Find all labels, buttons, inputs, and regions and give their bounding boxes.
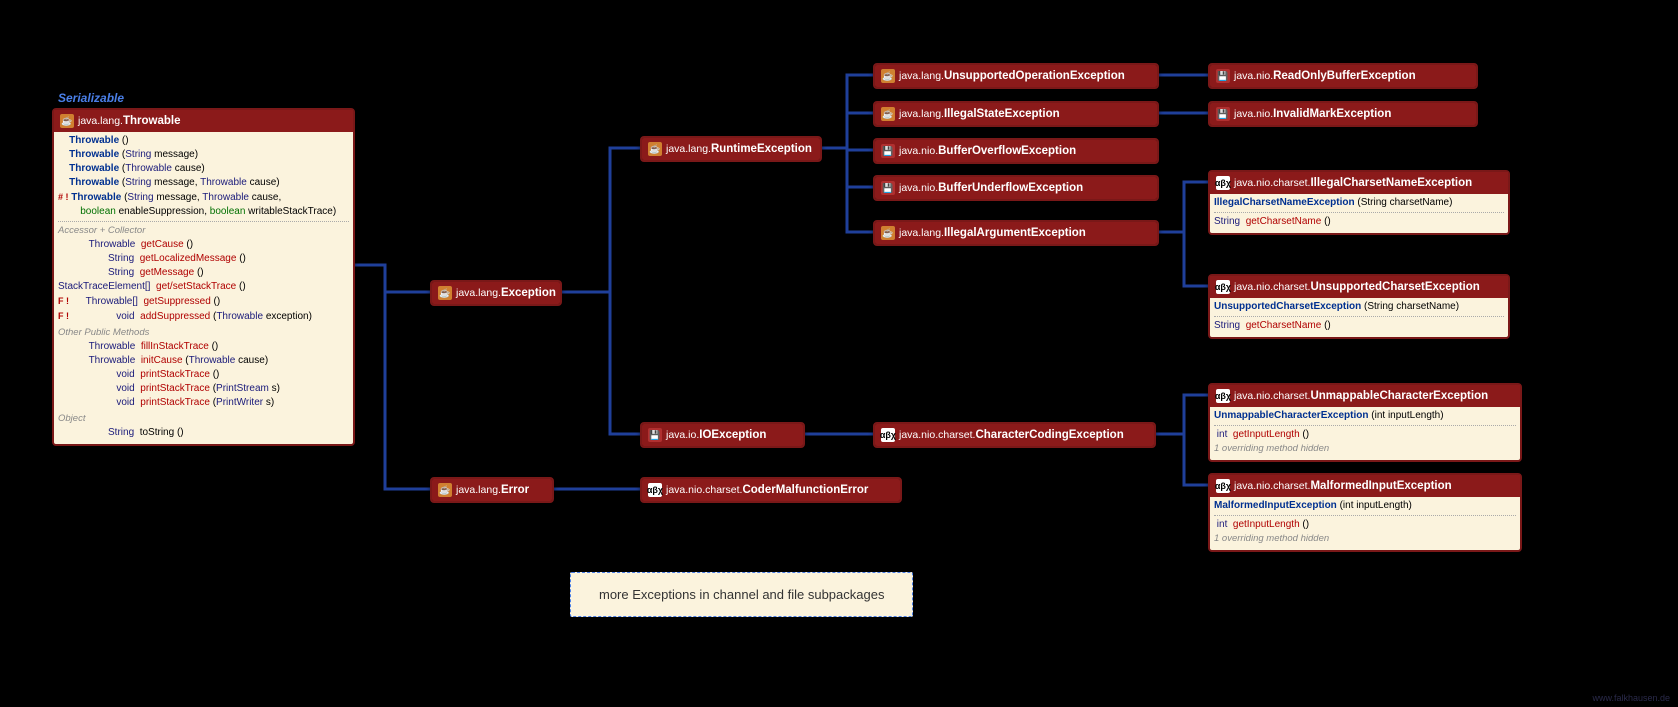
watermark: www.falkhausen.de	[1592, 693, 1670, 703]
charset-icon: αβχ	[1216, 280, 1230, 294]
class-unsupportedoperationexception: ☕java.lang.UnsupportedOperationException	[873, 63, 1159, 89]
class-illegalcharsetnameexception: αβχjava.nio.charset.IllegalCharsetNameEx…	[1208, 170, 1510, 235]
class-illegalstateexception: ☕java.lang.IllegalStateException	[873, 101, 1159, 127]
class-invalidmarkexception: 💾java.nio.InvalidMarkException	[1208, 101, 1478, 127]
disk-icon: 💾	[881, 181, 895, 195]
class-exception: ☕java.lang.Exception	[430, 280, 562, 306]
class-body-throwable: Throwable () Throwable (String message) …	[54, 132, 353, 444]
class-charactercodingexception: αβχjava.nio.charset.CharacterCodingExcep…	[873, 422, 1156, 448]
disk-icon: 💾	[1216, 107, 1230, 121]
charset-icon: αβχ	[1216, 479, 1230, 493]
class-unsupportedcharsetexception: αβχjava.nio.charset.UnsupportedCharsetEx…	[1208, 274, 1510, 339]
cup-icon: ☕	[438, 483, 452, 497]
disk-icon: 💾	[648, 428, 662, 442]
class-unmappablecharacterexception: αβχjava.nio.charset.UnmappableCharacterE…	[1208, 383, 1522, 462]
class-illegalargumentexception: ☕java.lang.IllegalArgumentException	[873, 220, 1159, 246]
disk-icon: 💾	[1216, 69, 1230, 83]
class-bufferunderflowexception: 💾java.nio.BufferUnderflowException	[873, 175, 1159, 201]
charset-icon: αβχ	[648, 483, 662, 497]
interface-label-serializable: Serializable	[58, 91, 124, 105]
cup-icon: ☕	[881, 226, 895, 240]
class-runtimeexception: ☕java.lang.RuntimeException	[640, 136, 822, 162]
disk-icon: 💾	[881, 144, 895, 158]
charset-icon: αβχ	[1216, 389, 1230, 403]
class-malformedinputexception: αβχjava.nio.charset.MalformedInputExcept…	[1208, 473, 1522, 552]
cup-icon: ☕	[438, 286, 452, 300]
class-bufferoverflowexception: 💾java.nio.BufferOverflowException	[873, 138, 1159, 164]
class-header-throwable: ☕ java.lang.Throwable	[54, 110, 353, 132]
class-codermalfunctionerror: αβχjava.nio.charset.CoderMalfunctionErro…	[640, 477, 902, 503]
cup-icon: ☕	[60, 114, 74, 128]
class-error: ☕java.lang.Error	[430, 477, 554, 503]
charset-icon: αβχ	[1216, 176, 1230, 190]
class-readonlybufferexception: 💾java.nio.ReadOnlyBufferException	[1208, 63, 1478, 89]
cup-icon: ☕	[648, 142, 662, 156]
class-throwable: ☕ java.lang.Throwable Throwable () Throw…	[52, 108, 355, 446]
class-ioexception: 💾java.io.IOException	[640, 422, 805, 448]
cup-icon: ☕	[881, 69, 895, 83]
charset-icon: αβχ	[881, 428, 895, 442]
cup-icon: ☕	[881, 107, 895, 121]
note-more-exceptions: more Exceptions in channel and file subp…	[570, 572, 913, 617]
